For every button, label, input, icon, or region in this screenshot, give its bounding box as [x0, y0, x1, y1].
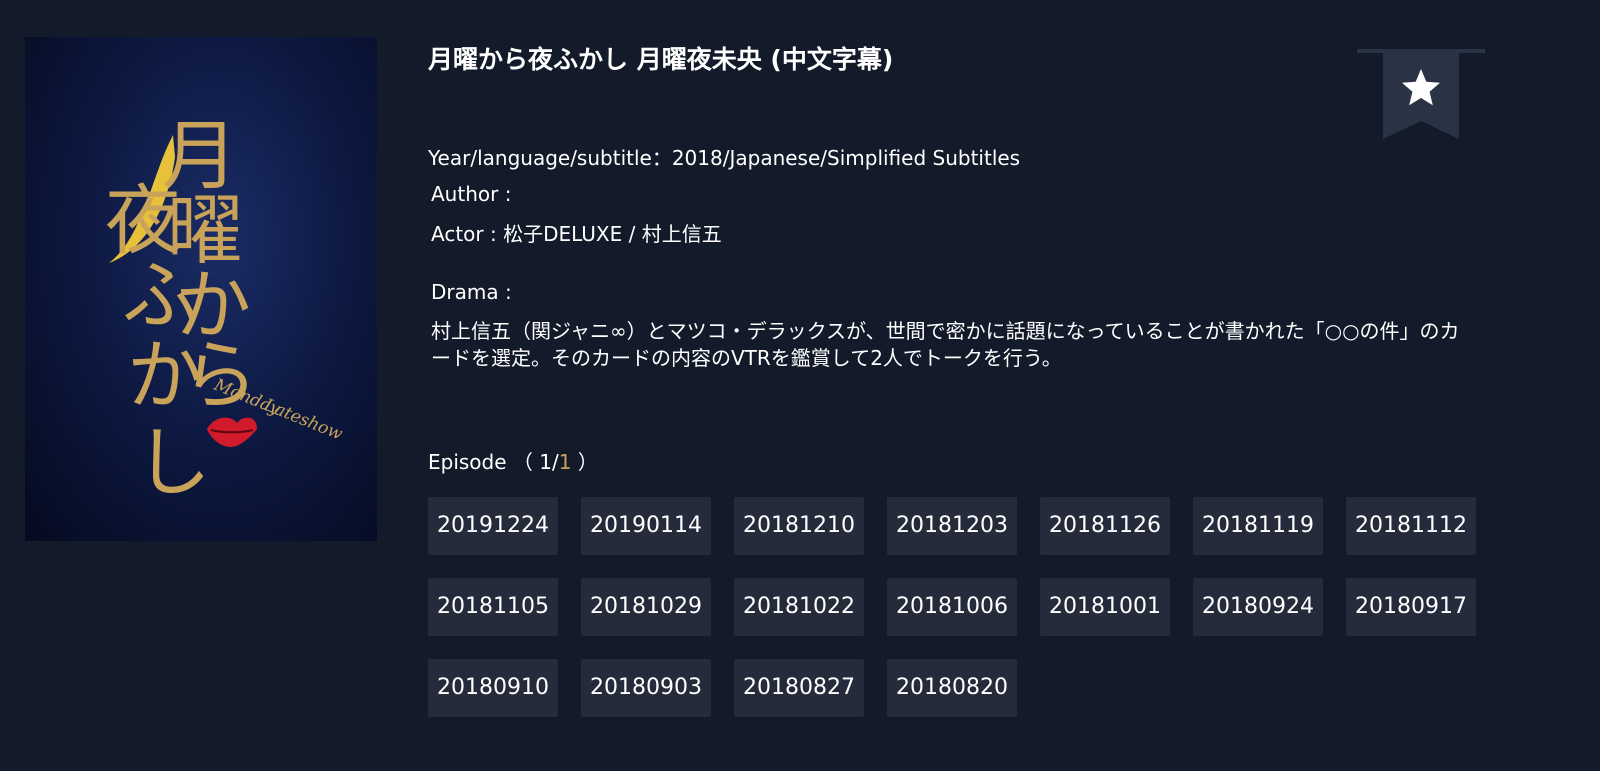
poster-char-8: し — [135, 418, 211, 507]
poster-script-line2: Lateshow — [260, 395, 346, 445]
episode-button[interactable]: 20180917 — [1346, 578, 1476, 636]
episode-button[interactable]: 20181210 — [734, 497, 864, 555]
episode-grid: 20191224 20190114 20181210 20181203 2018… — [428, 497, 1508, 717]
episode-button[interactable]: 20180903 — [581, 659, 711, 717]
lips-icon — [207, 417, 257, 447]
episode-button[interactable]: 20180827 — [734, 659, 864, 717]
episode-button[interactable]: 20181203 — [887, 497, 1017, 555]
episode-header: Episode （ 1/1 ） — [428, 448, 598, 476]
episode-button[interactable]: 20181001 — [1040, 578, 1170, 636]
episode-button[interactable]: 20181029 — [581, 578, 711, 636]
episode-page-sep: / — [552, 450, 559, 474]
episode-button[interactable]: 20181112 — [1346, 497, 1476, 555]
episode-total-pages: 1 — [558, 450, 572, 474]
episode-button[interactable]: 20180820 — [887, 659, 1017, 717]
episode-button[interactable]: 20181022 — [734, 578, 864, 636]
drama-description: 村上信五（関ジャニ∞）とマツコ・デラックスが、世間で密かに話題になっていることが… — [431, 319, 1460, 370]
favorite-button[interactable] — [1357, 49, 1485, 139]
episode-button[interactable]: 20181126 — [1040, 497, 1170, 555]
episode-paren-close: ） — [571, 450, 598, 474]
episode-label: Episode — [428, 450, 507, 474]
episode-button[interactable]: 20190114 — [581, 497, 711, 555]
episode-button[interactable]: 20191224 — [428, 497, 558, 555]
episode-button[interactable]: 20181119 — [1193, 497, 1323, 555]
episode-button[interactable]: 20181006 — [887, 578, 1017, 636]
actor-line: Actor : 松子DELUXE / 村上信五 — [431, 222, 722, 246]
episode-button[interactable]: 20181105 — [428, 578, 558, 636]
poster-char-7: か — [127, 331, 203, 420]
episode-current-page: 1 — [539, 450, 552, 474]
episode-paren-open: （ — [512, 450, 540, 474]
year-language-subtitle: Year/language/subtitle：2018/Japanese/Sim… — [428, 146, 1021, 170]
show-title: 月曜から夜ふかし 月曜夜未央 (中文字幕) — [428, 45, 894, 74]
show-poster: 月 曜 か ら 夜 ふ か し Monday Lateshow — [25, 37, 377, 541]
drama-label: Drama : — [431, 280, 512, 304]
episode-button[interactable]: 20180910 — [428, 659, 558, 717]
episode-button[interactable]: 20180924 — [1193, 578, 1323, 636]
author-line: Author : — [431, 182, 512, 206]
poster-char-6: ふ — [122, 251, 198, 340]
